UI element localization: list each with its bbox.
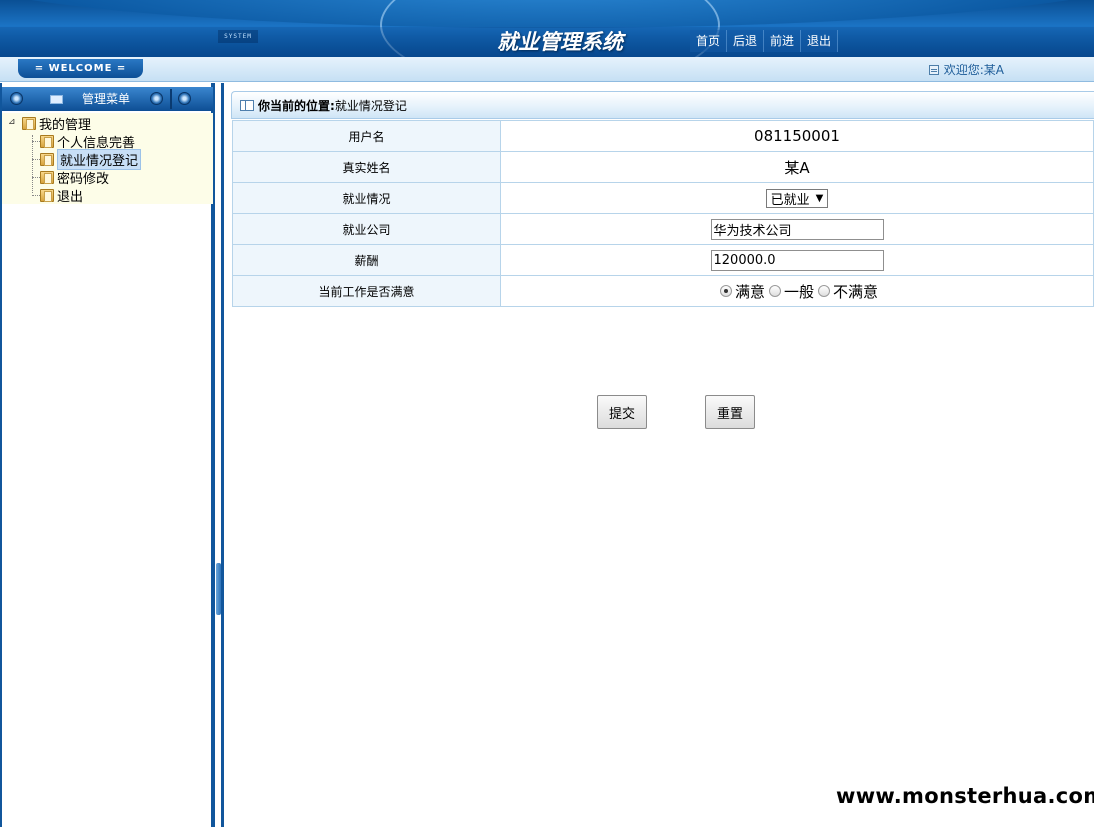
menu-dot-icon — [178, 92, 191, 105]
form-row-company: 就业公司 — [232, 213, 1094, 245]
employment-cell: 已就业 ▼ — [500, 182, 1094, 214]
welcome-tab: = WELCOME = — [18, 59, 143, 78]
employment-form: 用户名 081150001 真实姓名 某A 就业情况 已就业 ▼ 就业公司 薪酬 — [232, 120, 1094, 307]
folder-icon — [40, 135, 54, 148]
dropdown-arrow-icon: ▼ — [815, 192, 824, 204]
submit-button[interactable]: 提交 — [597, 395, 647, 429]
frame-splitter[interactable] — [215, 83, 224, 827]
radio-unsatisfied[interactable] — [818, 285, 830, 297]
company-label: 就业公司 — [232, 213, 501, 245]
reset-button[interactable]: 重置 — [705, 395, 755, 429]
realname-label: 真实姓名 — [232, 151, 501, 183]
menu-tree: ⊿ 我的管理 个人信息完善 就业情况登记 密码修改 退出 — [2, 113, 213, 205]
form-row-satisfaction: 当前工作是否满意 满意 一般 不满意 — [232, 275, 1094, 307]
splitter-handle[interactable] — [216, 563, 221, 615]
employment-status-select[interactable]: 已就业 ▼ — [765, 188, 829, 208]
tree-collapse-icon[interactable]: ⊿ — [8, 117, 18, 127]
radio-neutral[interactable] — [768, 285, 781, 297]
tree-connector — [32, 177, 40, 178]
nav-forward-link[interactable]: 前进 — [764, 30, 802, 52]
location-bar: 你当前的位置: 就业情况登记 — [231, 91, 1094, 119]
nav-home-link[interactable]: 首页 — [690, 30, 728, 52]
user-greeting: 欢迎您:某A — [928, 63, 1004, 77]
tree-connector — [32, 141, 40, 142]
satisfaction-radio-group: 满意 一般 不满意 — [716, 281, 878, 302]
location-value: 就业情况登记 — [334, 98, 407, 113]
tree-item-label: 就业情况登记 — [57, 149, 142, 170]
app-title: 就业管理系统 — [497, 30, 623, 54]
top-banner: SYSTEM 就业管理系统 首页 后退 前进 退出 — [0, 0, 1094, 57]
username-label: 用户名 — [232, 120, 501, 152]
tree-item-employment[interactable]: 就业情况登记 — [40, 149, 142, 170]
salary-label: 薪酬 — [232, 244, 501, 276]
tree-item-label: 退出 — [57, 190, 84, 205]
menu-header-divider — [170, 89, 172, 109]
menu-dot-icon — [10, 92, 23, 105]
form-row-username: 用户名 081150001 — [232, 120, 1094, 152]
sidebar: 管理菜单 ⊿ 我的管理 个人信息完善 就业情况登记 密码修改 退出 — [0, 83, 215, 827]
folder-icon — [40, 153, 54, 166]
system-tag: SYSTEM — [218, 30, 258, 43]
tree-connector — [32, 195, 40, 196]
site-watermark: www.monsterhua.com — [836, 784, 1094, 808]
salary-input[interactable] — [710, 249, 884, 271]
form-row-realname: 真实姓名 某A — [232, 151, 1094, 183]
tree-root-label: 我的管理 — [39, 118, 92, 133]
greeting-text: 欢迎您:某A — [943, 63, 1004, 77]
tree-item-label: 密码修改 — [57, 172, 110, 187]
radio-unsatisfied-label: 不满意 — [833, 282, 879, 301]
folder-icon — [40, 189, 54, 202]
employment-status-value: 已就业 — [770, 192, 810, 208]
mail-icon — [50, 95, 63, 104]
tree-connector — [32, 135, 33, 193]
satisfaction-label: 当前工作是否满意 — [232, 275, 501, 307]
employment-label: 就业情况 — [232, 182, 501, 214]
salary-cell — [500, 244, 1094, 276]
company-input[interactable] — [710, 218, 884, 240]
form-row-employment: 就业情况 已就业 ▼ — [232, 182, 1094, 214]
radio-neutral-label: 一般 — [783, 282, 814, 301]
nav-back-link[interactable]: 后退 — [727, 30, 765, 52]
main-content: 你当前的位置: 就业情况登记 用户名 081150001 真实姓名 某A 就业情… — [227, 83, 1094, 827]
tree-item-password[interactable]: 密码修改 — [40, 169, 110, 187]
user-card-icon — [928, 65, 939, 75]
tree-item-profile[interactable]: 个人信息完善 — [40, 133, 135, 151]
top-nav: 首页 后退 前进 退出 — [690, 30, 839, 52]
tree-root[interactable]: 我的管理 — [22, 115, 92, 133]
menu-dot-icon — [150, 92, 163, 105]
company-cell — [500, 213, 1094, 245]
nav-exit-link[interactable]: 退出 — [801, 30, 839, 52]
menu-title: 管理菜单 — [82, 92, 131, 106]
username-value: 081150001 — [500, 120, 1094, 152]
menu-header: 管理菜单 — [2, 87, 213, 111]
location-label: 你当前的位置: — [258, 98, 335, 113]
folder-icon — [22, 117, 36, 130]
realname-value: 某A — [500, 151, 1094, 183]
radio-satisfied-label: 满意 — [734, 282, 765, 301]
satisfaction-cell: 满意 一般 不满意 — [500, 275, 1094, 307]
tree-item-exit[interactable]: 退出 — [40, 187, 84, 205]
folder-icon — [40, 171, 54, 184]
welcome-bar: = WELCOME = 欢迎您:某A — [0, 57, 1094, 82]
form-row-salary: 薪酬 — [232, 244, 1094, 276]
radio-satisfied[interactable] — [719, 285, 732, 297]
tree-connector — [32, 159, 40, 160]
list-icon — [240, 99, 254, 111]
